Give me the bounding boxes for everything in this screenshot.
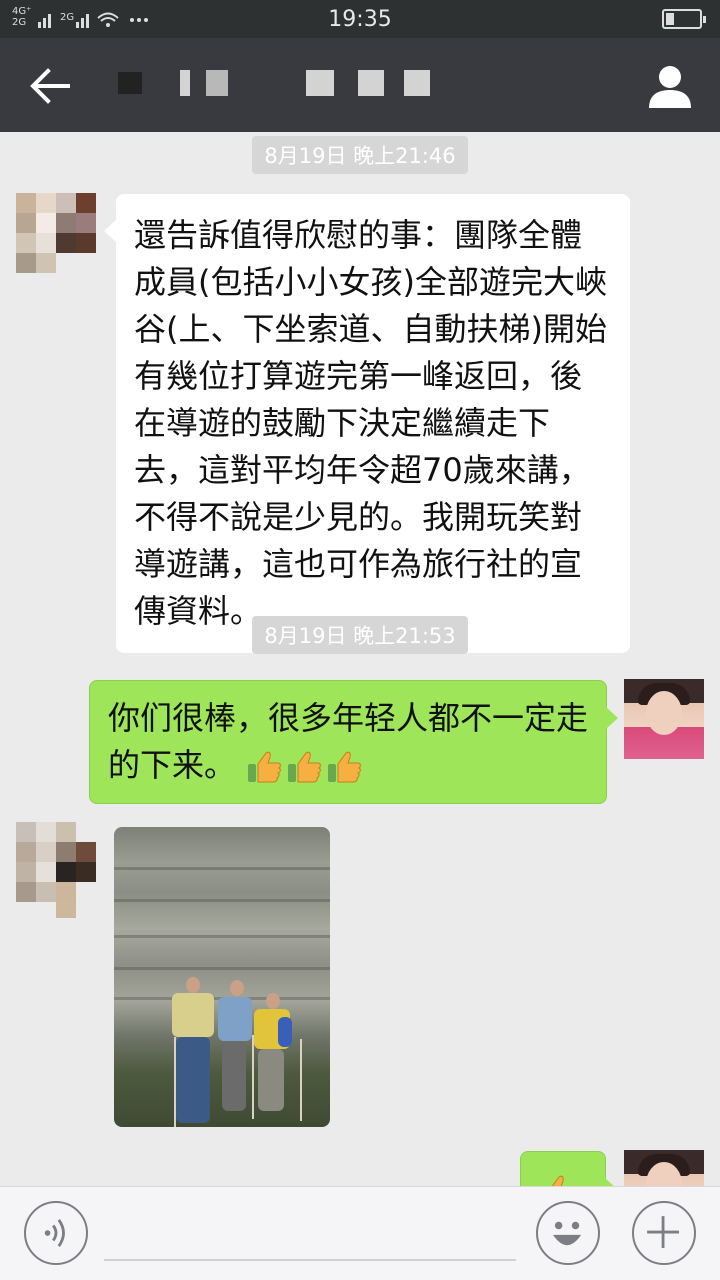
- thumbs-up-icon: [248, 751, 282, 783]
- message-input[interactable]: [104, 1259, 516, 1261]
- timestamp-label: 8月19日 晚上21:53: [252, 616, 468, 654]
- message-list[interactable]: 8月19日 晚上21:46 還告訴值得欣慰的事：團隊全體成員(包括小小女孩)全部…: [0, 132, 720, 1186]
- message-bubble-outgoing[interactable]: 你们很棒，很多年轻人都不一定走的下来。: [89, 680, 618, 804]
- my-avatar[interactable]: [624, 679, 704, 759]
- chat-header: [0, 38, 720, 132]
- thumbs-up-icon: [288, 751, 322, 783]
- redacted-contact-name: [110, 68, 440, 98]
- thumbs-up-icon: [328, 751, 362, 783]
- message-bubble-incoming[interactable]: 還告訴值得欣慰的事：團隊全體成員(包括小小女孩)全部遊完大峽谷(上、下坐索道、自…: [104, 194, 630, 653]
- thumbs-up-icon: [551, 1175, 564, 1186]
- message-bubble-outgoing[interactable]: [520, 1151, 617, 1186]
- timestamp: 8月19日 晚上21:53: [0, 616, 720, 654]
- my-avatar[interactable]: [624, 1150, 704, 1186]
- contact-avatar[interactable]: [16, 193, 96, 273]
- smiley-icon[interactable]: [536, 1201, 600, 1265]
- chat-title: [110, 68, 450, 104]
- battery-level: [666, 13, 674, 25]
- timestamp-label: 8月19日 晚上21:46: [252, 136, 468, 174]
- timestamp: 8月19日 晚上21:46: [0, 136, 720, 174]
- clock: 19:35: [328, 7, 392, 32]
- arrow-left-icon[interactable]: [28, 66, 72, 106]
- input-bar: [0, 1186, 720, 1280]
- contact-avatar[interactable]: [16, 822, 96, 918]
- photo-message[interactable]: [114, 827, 330, 1127]
- battery-icon: [662, 9, 706, 29]
- voice-icon[interactable]: [24, 1201, 88, 1265]
- message-text: 還告訴值得欣慰的事：團隊全體成員(包括小小女孩)全部遊完大峽谷(上、下坐索道、自…: [134, 216, 607, 630]
- status-bar: 4G⁺ 2G 2G 19:35: [0, 0, 720, 38]
- plus-icon[interactable]: [632, 1201, 696, 1265]
- person-icon[interactable]: [646, 62, 694, 110]
